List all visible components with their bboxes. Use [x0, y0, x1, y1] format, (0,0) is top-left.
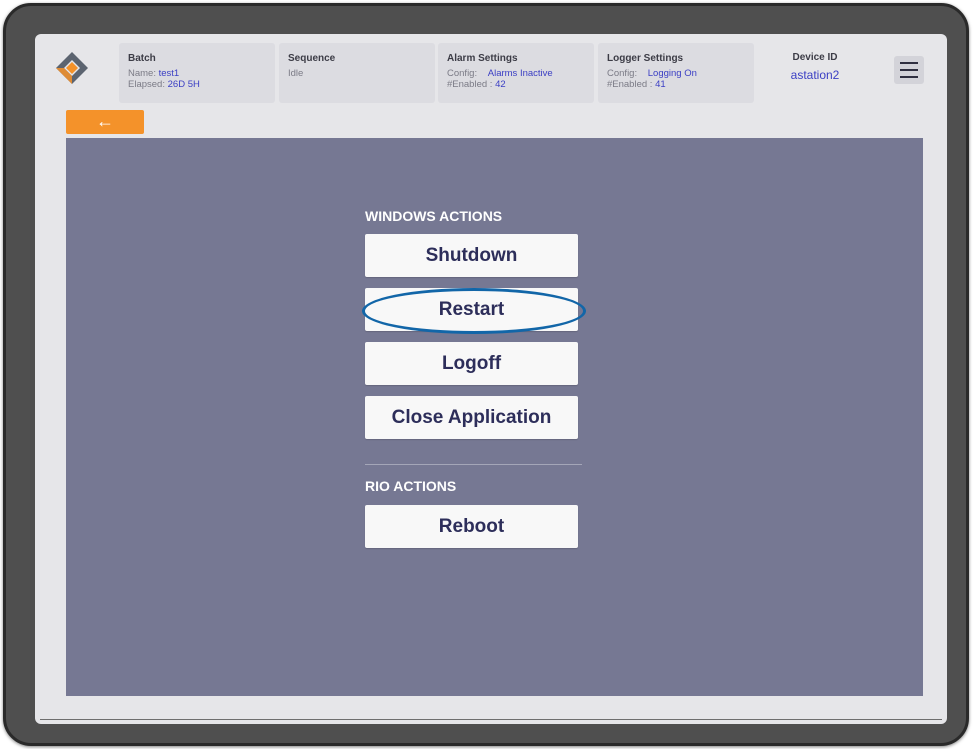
device-id: Device ID astation2: [765, 52, 865, 82]
app-screen: Batch Name: test1 Elapsed: 26D 5H Sequen…: [35, 34, 947, 724]
sequence-title: Sequence: [288, 53, 336, 64]
sequence-status: Idle: [288, 68, 304, 79]
device-id-label: Device ID: [792, 52, 838, 63]
diamond-logo-icon: [56, 52, 88, 84]
restart-highlight-ring: [362, 288, 586, 334]
logger-settings-panel[interactable]: Logger Settings Config: Logging On #Enab…: [598, 43, 754, 103]
alarm-enabled-value: 42: [495, 79, 506, 90]
back-button[interactable]: ←: [66, 110, 144, 134]
alarm-settings-title: Alarm Settings: [447, 53, 518, 64]
logger-config-row: Config: Logging On: [607, 68, 697, 79]
reboot-button[interactable]: Reboot: [365, 505, 578, 548]
batch-title: Batch: [128, 53, 156, 64]
section-divider: [365, 464, 582, 465]
batch-panel[interactable]: Batch Name: test1 Elapsed: 26D 5H: [119, 43, 275, 103]
hamburger-menu-icon[interactable]: [894, 56, 924, 84]
logger-enabled-value: 41: [655, 79, 666, 90]
logger-settings-title: Logger Settings: [607, 53, 684, 64]
rio-actions-label: RIO ACTIONS: [365, 478, 457, 494]
close-application-button[interactable]: Close Application: [365, 396, 578, 439]
logger-config-value: Logging On: [647, 68, 697, 79]
device-frame: Batch Name: test1 Elapsed: 26D 5H Sequen…: [3, 3, 969, 746]
shutdown-button[interactable]: Shutdown: [365, 234, 578, 277]
alarm-config-row: Config: Alarms Inactive: [447, 68, 553, 79]
alarm-settings-panel[interactable]: Alarm Settings Config: Alarms Inactive #…: [438, 43, 594, 103]
windows-actions-label: WINDOWS ACTIONS: [365, 208, 503, 224]
screen-bottom-divider: [40, 719, 942, 720]
actions-content: WINDOWS ACTIONS Shutdown Restart Logoff …: [66, 138, 923, 696]
sequence-panel[interactable]: Sequence Idle: [279, 43, 435, 103]
batch-elapsed-value: 26D 5H: [167, 79, 200, 90]
device-id-value: astation2: [790, 68, 840, 82]
arrow-left-icon: ←: [96, 111, 114, 131]
batch-name-value: test1: [158, 68, 180, 79]
batch-name-row: Name: test1: [128, 68, 180, 79]
alarm-enabled-row: #Enabled : 42: [447, 79, 506, 90]
logger-enabled-row: #Enabled : 41: [607, 79, 666, 90]
batch-elapsed-row: Elapsed: 26D 5H: [128, 79, 200, 90]
alarm-config-value: Alarms Inactive: [487, 68, 553, 79]
logoff-button[interactable]: Logoff: [365, 342, 578, 385]
